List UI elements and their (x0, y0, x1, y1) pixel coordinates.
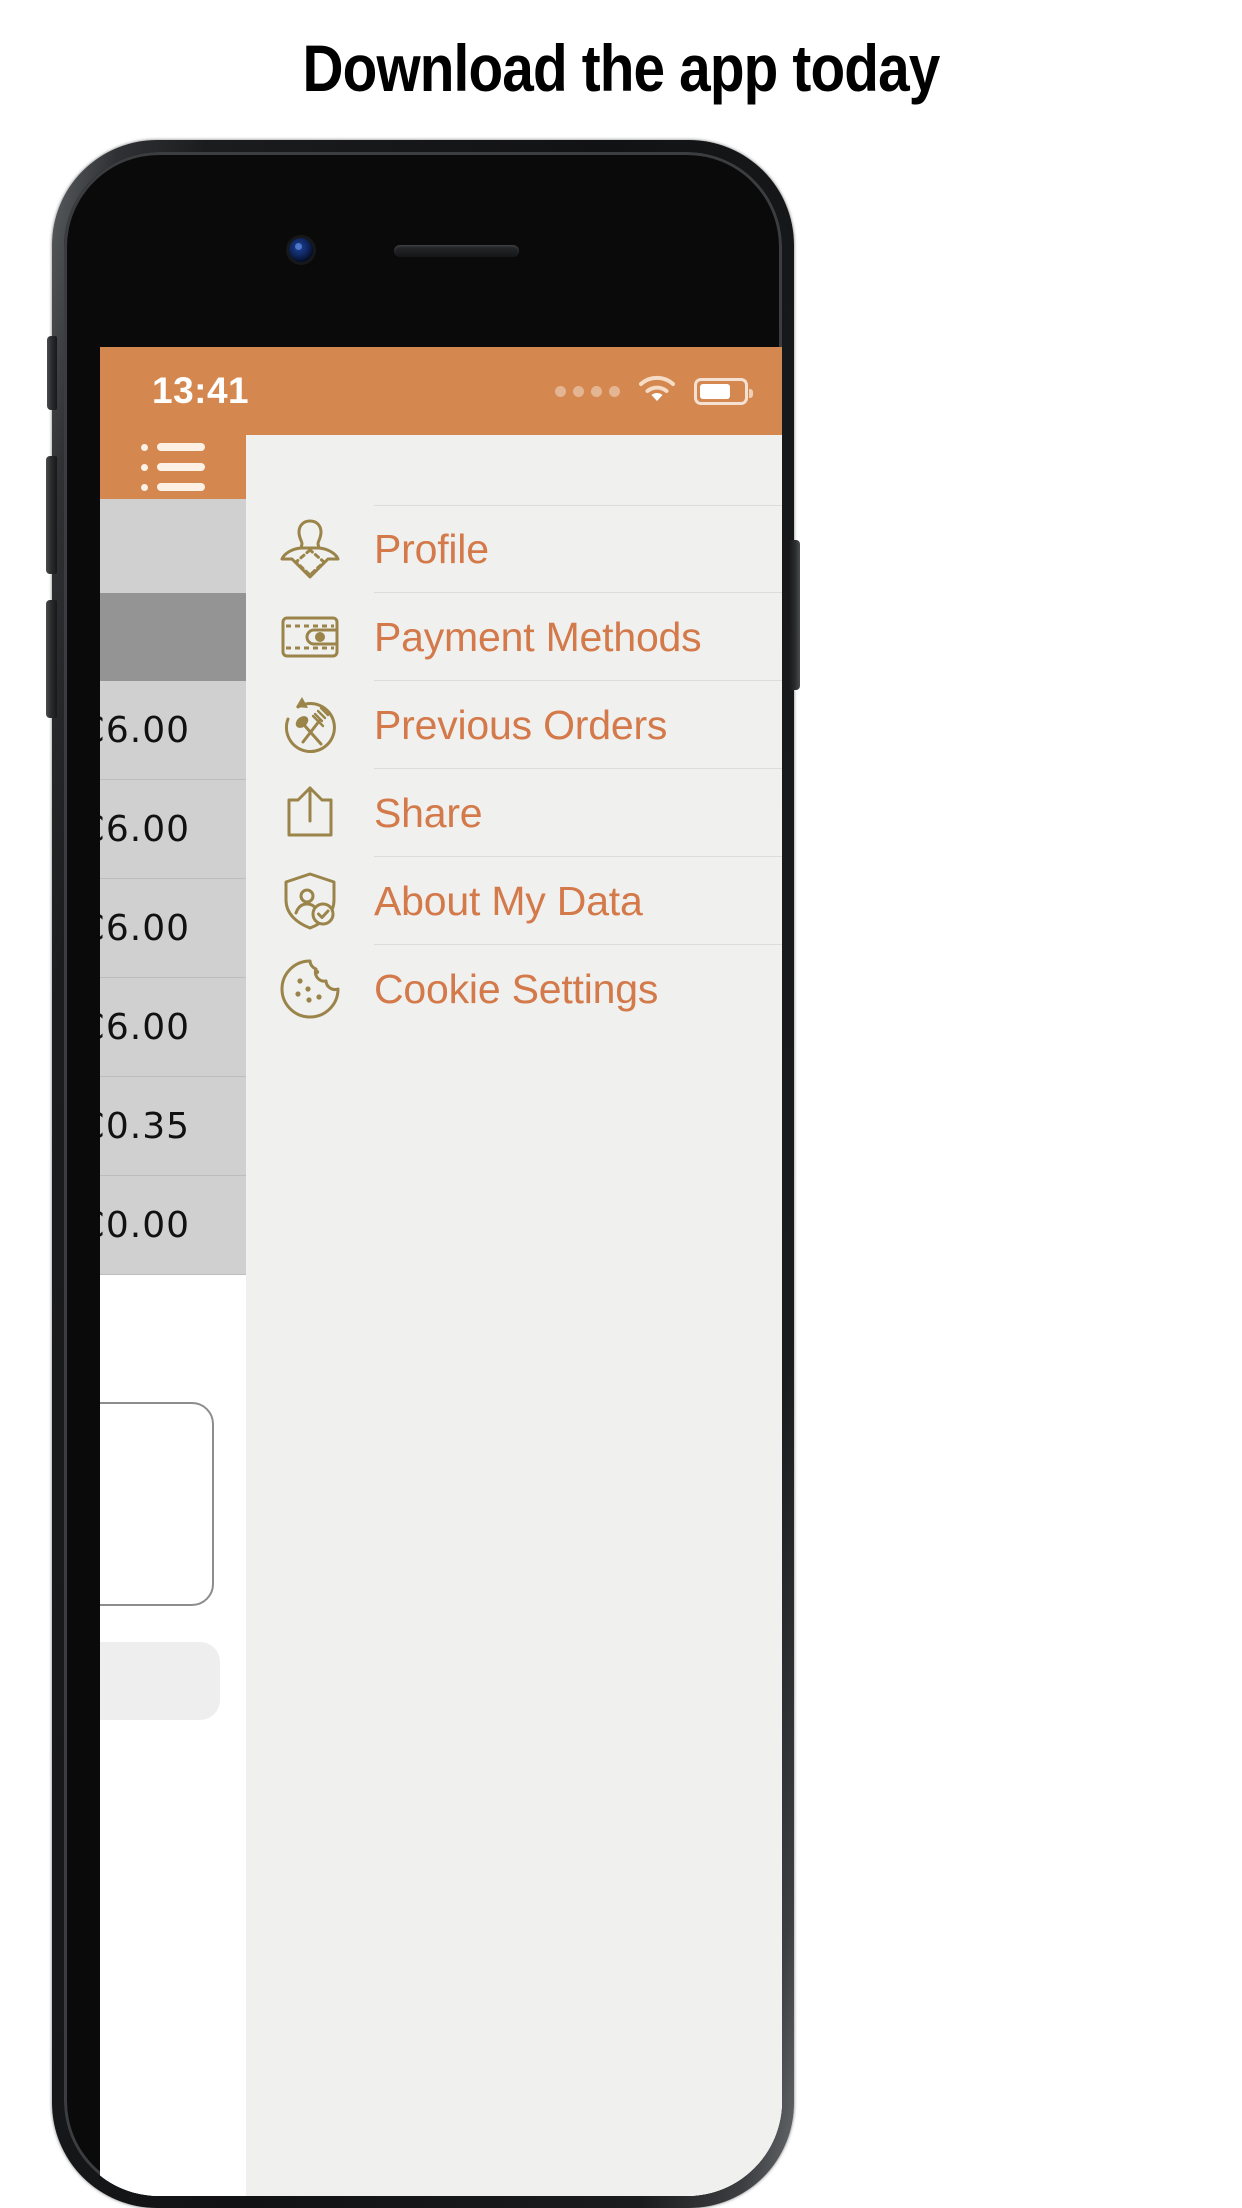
volume-up-button[interactable] (46, 600, 57, 718)
divider (374, 505, 782, 506)
drawer-item-about-my-data[interactable]: About My Data (246, 857, 782, 945)
drawer-item-label: Payment Methods (374, 613, 702, 660)
page-title: Download the app today (302, 31, 941, 105)
row-price: €6.00 (100, 709, 191, 751)
drawer-header-spacer (246, 435, 782, 505)
drawer-item-cookie-settings[interactable]: Cookie Settings (246, 945, 782, 1033)
hamburger-menu-button[interactable] (100, 435, 246, 499)
front-camera-icon (289, 238, 313, 262)
status-indicators (555, 375, 753, 408)
background-card (100, 1402, 214, 1606)
battery-icon (694, 377, 753, 405)
status-bar: 13:41 (100, 347, 782, 435)
order-history-cutlery-icon (246, 689, 374, 761)
volume-down-button[interactable] (46, 456, 57, 574)
earpiece-speaker-icon (394, 245, 519, 257)
app-screen: €6.00 €6.00 €6.00 €6.00 €0.35 (100, 347, 782, 2196)
row-price: €6.00 (100, 808, 191, 850)
row-price: €6.00 (100, 1006, 191, 1048)
background-action-button[interactable] (100, 1642, 220, 1720)
drawer-item-label: Cookie Settings (374, 965, 659, 1012)
wifi-icon (638, 375, 676, 408)
drawer-item-label: About My Data (374, 877, 643, 924)
row-price: €0.00 (100, 1204, 191, 1246)
phone-device-frame: €6.00 €6.00 €6.00 €6.00 €0.35 (46, 140, 800, 2208)
share-upload-icon (246, 777, 374, 849)
drawer-item-label: Profile (374, 525, 489, 572)
side-drawer: Profile Payment Methods Previous Orders … (246, 435, 782, 2196)
wallet-icon (246, 601, 374, 673)
drawer-item-label: Previous Orders (374, 701, 668, 748)
cookie-icon (246, 953, 374, 1025)
mute-switch-button[interactable] (47, 336, 57, 410)
signal-dots-icon (555, 385, 620, 397)
power-button[interactable] (789, 540, 800, 690)
hamburger-list-icon (141, 443, 205, 491)
drawer-item-previous-orders[interactable]: Previous Orders (246, 681, 782, 769)
profile-person-icon (246, 513, 374, 585)
drawer-item-share[interactable]: Share (246, 769, 782, 857)
phone-screen-bezel: €6.00 €6.00 €6.00 €6.00 €0.35 (64, 152, 782, 2196)
row-price: €6.00 (100, 907, 191, 949)
drawer-item-profile[interactable]: Profile (246, 505, 782, 593)
shield-person-check-icon (246, 865, 374, 937)
status-time: 13:41 (152, 370, 250, 411)
drawer-item-label: Share (374, 789, 483, 836)
row-price: €0.35 (100, 1105, 191, 1147)
drawer-item-payment-methods[interactable]: Payment Methods (246, 593, 782, 681)
drawer-menu-list: Profile Payment Methods Previous Orders … (246, 505, 782, 1033)
